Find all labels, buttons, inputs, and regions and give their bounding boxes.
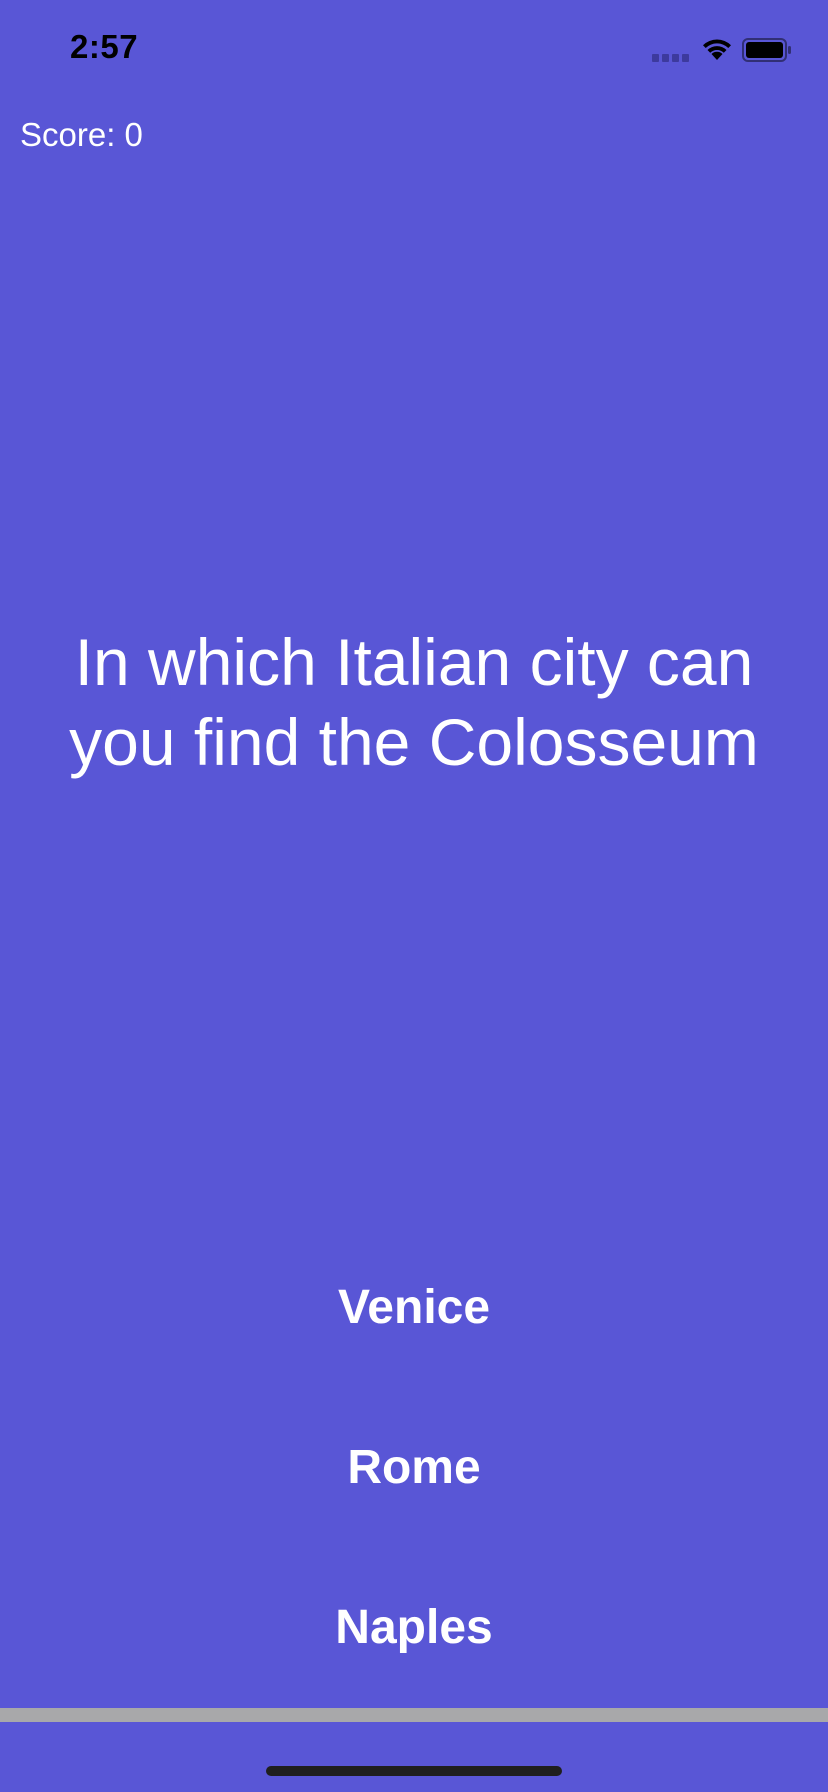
home-indicator [266, 1766, 562, 1776]
quiz-screen: 2:57 Score: 0 In which Italian city can … [0, 0, 828, 1792]
question-text: In which Italian city can you find the C… [69, 625, 759, 779]
answer-button-venice[interactable]: Venice [214, 1258, 614, 1358]
wifi-icon [703, 39, 731, 60]
battery-icon [742, 38, 791, 62]
answer-button-rome[interactable]: Rome [214, 1418, 614, 1518]
answer-button-naples[interactable]: Naples [214, 1578, 614, 1678]
signal-icon [652, 54, 690, 62]
score-label: Score: 0 [20, 116, 143, 153]
progress-bar [0, 1708, 828, 1722]
status-time: 2:57 [70, 28, 139, 65]
status-bar: 2:57 [0, 0, 828, 100]
